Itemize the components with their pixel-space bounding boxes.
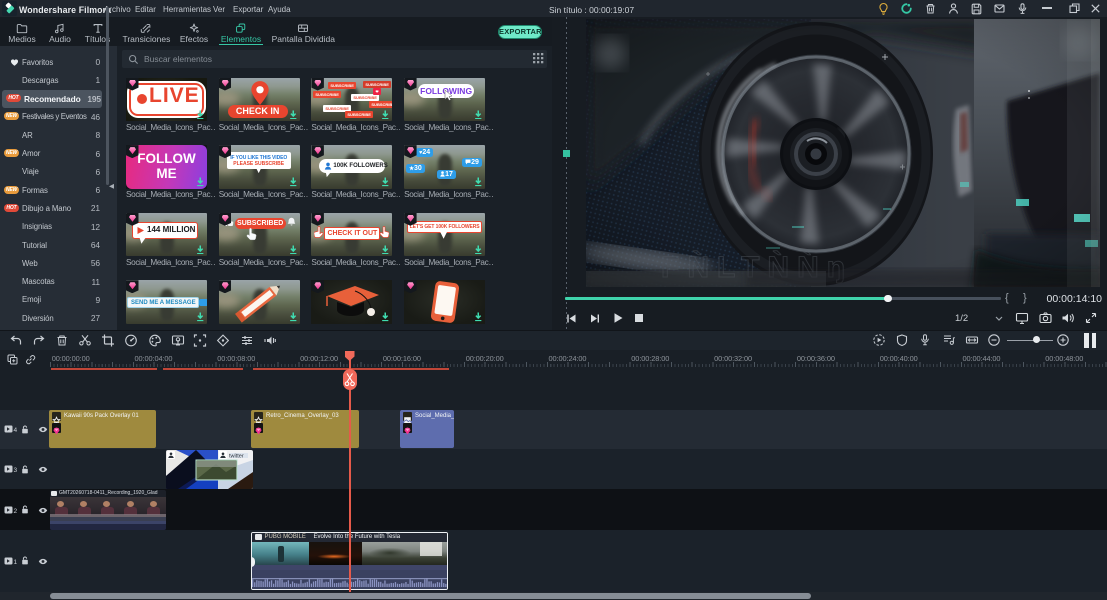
svg-text:1: 1 <box>14 559 18 565</box>
svg-text:2: 2 <box>14 508 18 514</box>
svg-text:twitter: twitter <box>229 453 244 459</box>
svg-text:4: 4 <box>14 427 18 433</box>
svg-text:3: 3 <box>14 467 18 473</box>
